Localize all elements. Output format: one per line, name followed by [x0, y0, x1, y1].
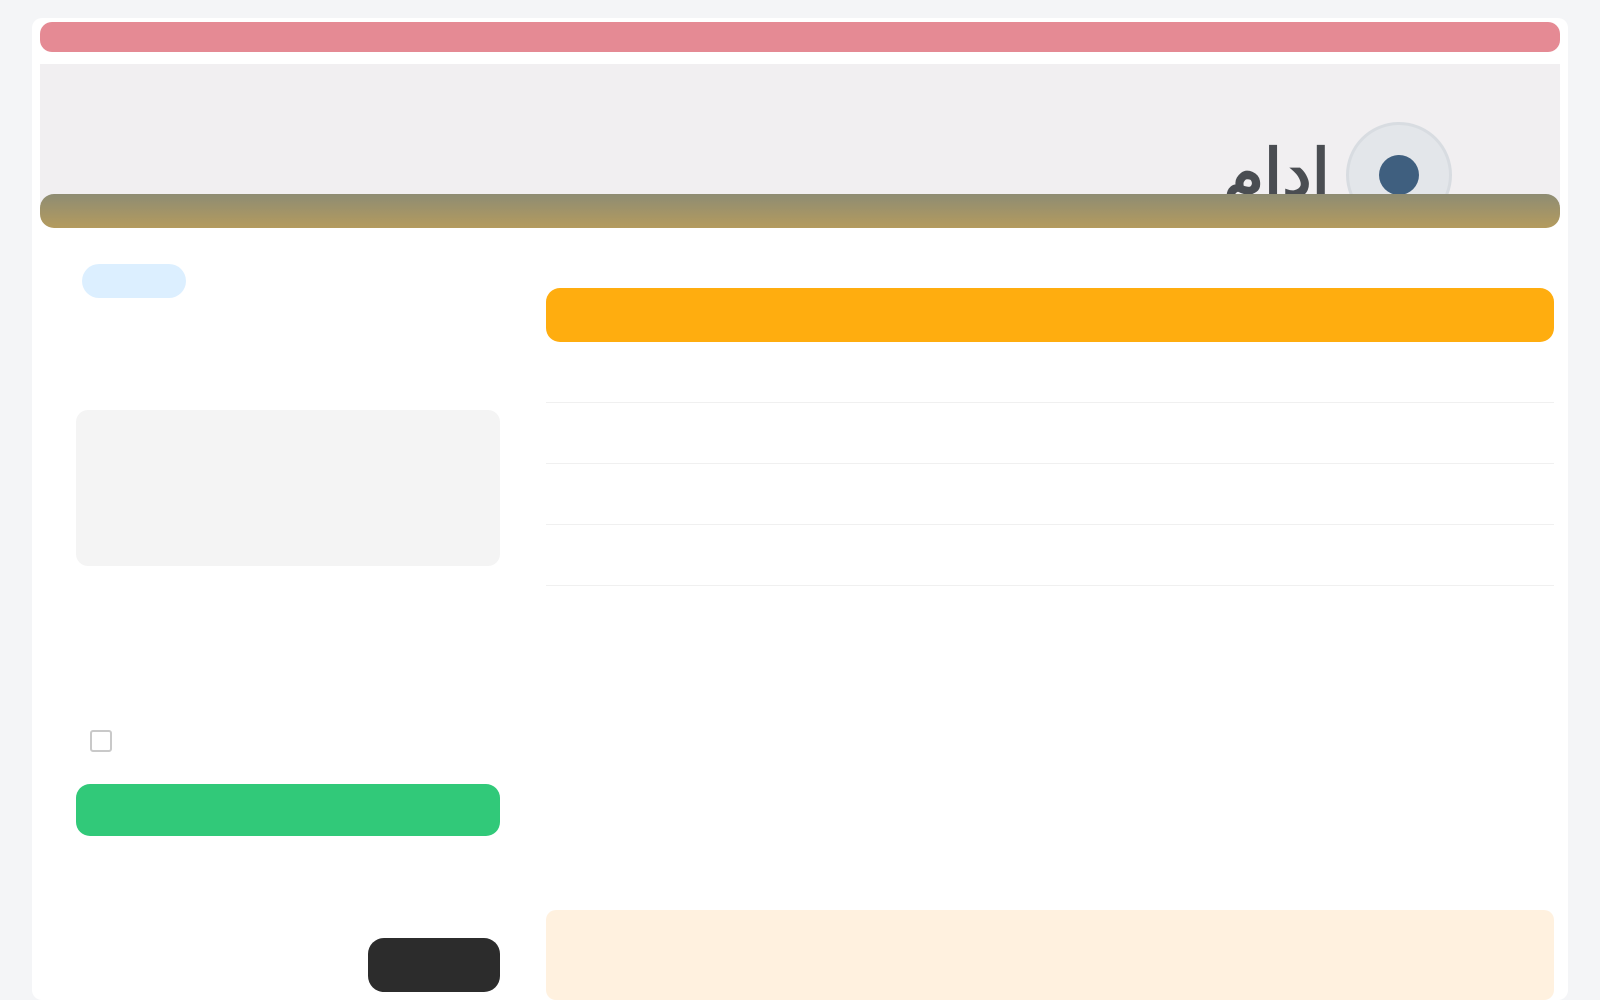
- note-box: [546, 910, 1554, 1000]
- agree-checkbox[interactable]: [90, 730, 112, 752]
- table-row: [546, 525, 1554, 586]
- total-card: [76, 410, 500, 566]
- top-accent-strip: [40, 22, 1560, 52]
- status-badge[interactable]: [82, 264, 186, 298]
- secondary-button[interactable]: [368, 938, 500, 992]
- emblem-core: [1379, 155, 1419, 195]
- gold-accent-strip: [40, 194, 1560, 228]
- header: ادام: [40, 64, 1560, 228]
- pay-button[interactable]: [76, 784, 500, 836]
- table-row: [546, 464, 1554, 525]
- app-frame: ادام: [32, 18, 1568, 1000]
- table-header: [546, 288, 1554, 342]
- summary-panel: [76, 240, 500, 1000]
- table-row: [546, 403, 1554, 464]
- items-table: [546, 288, 1554, 586]
- table-row: [546, 342, 1554, 403]
- agree-row[interactable]: [76, 726, 500, 756]
